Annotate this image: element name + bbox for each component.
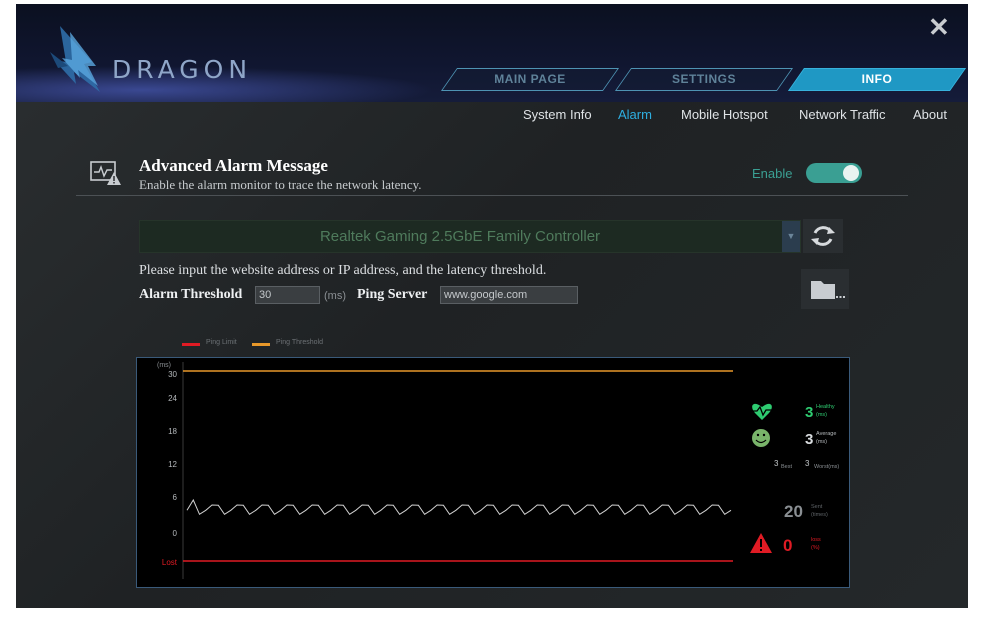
legend-label: Ping Threshold xyxy=(276,339,323,346)
healthy-value: 3 xyxy=(805,404,813,421)
toggle-knob xyxy=(843,165,859,181)
average-unit: (ms) xyxy=(816,439,827,445)
sent-unit: (times) xyxy=(811,512,828,518)
y-axis-label: (ms) xyxy=(157,362,171,369)
adapter-select[interactable]: Realtek Gaming 2.5GbE Family Controller … xyxy=(139,220,801,253)
subnav-network-traffic[interactable]: Network Traffic xyxy=(799,107,885,122)
loss-value: 0 xyxy=(783,536,792,555)
tab-label: INFO xyxy=(861,72,893,86)
subnav-about[interactable]: About xyxy=(913,107,947,122)
latency-series-line xyxy=(186,498,732,516)
y-tick-label: 6 xyxy=(173,493,178,502)
y-tick-label: 30 xyxy=(168,370,177,379)
subnav-alarm[interactable]: Alarm xyxy=(618,107,652,122)
y-tick-label: 0 xyxy=(173,529,178,538)
best-label: Best xyxy=(781,464,792,470)
alarm-threshold-input[interactable] xyxy=(255,286,320,304)
loss-unit: (%) xyxy=(811,545,820,551)
best-value: 3 xyxy=(774,459,779,468)
sent-label: Sent xyxy=(811,504,823,510)
y-tick-label: 18 xyxy=(168,427,177,436)
subnav-mobile-hotspot[interactable]: Mobile Hotspot xyxy=(681,107,768,122)
latency-chart: (ms) 30 24 18 12 6 0 Lost 3 Healthy (ms) xyxy=(136,357,850,588)
close-icon[interactable]: ✕ xyxy=(928,14,950,40)
sent-value: 20 xyxy=(784,502,803,521)
subnav: System Info Alarm Mobile Hotspot Network… xyxy=(16,107,968,127)
enable-toggle[interactable] xyxy=(806,163,862,183)
tab-main-page[interactable]: MAIN PAGE xyxy=(440,68,620,91)
legend-label: Ping Limit xyxy=(206,339,237,346)
alarm-threshold-label: Alarm Threshold xyxy=(139,287,243,302)
tab-info[interactable]: INFO xyxy=(787,68,967,91)
app-window: DRAGON ✕ MAIN PAGE SETTINGS INFO System … xyxy=(16,4,968,608)
heart-monitor-icon xyxy=(751,403,773,420)
refresh-button[interactable] xyxy=(803,219,843,253)
legend-swatch-ping-limit xyxy=(182,343,200,346)
folder-icon xyxy=(811,281,845,299)
alarm-monitor-icon xyxy=(90,161,121,185)
y-tick-label: 12 xyxy=(168,460,177,469)
average-value: 3 xyxy=(805,431,813,448)
average-label: Average xyxy=(816,431,836,437)
healthy-unit: (ms) xyxy=(816,412,827,418)
worst-label: Worst(ms) xyxy=(814,464,839,470)
folder-button[interactable] xyxy=(801,269,849,309)
warning-icon xyxy=(750,533,772,553)
threshold-unit: (ms) xyxy=(324,290,346,302)
tab-settings[interactable]: SETTINGS xyxy=(614,68,794,91)
chevron-down-icon[interactable]: ▼ xyxy=(782,221,800,252)
worst-value: 3 xyxy=(805,459,810,468)
legend-swatch-ping-threshold xyxy=(252,343,270,346)
lost-label: Lost xyxy=(162,558,178,567)
refresh-icon xyxy=(811,226,835,246)
y-tick-label: 24 xyxy=(168,394,177,403)
loss-label: loss xyxy=(811,537,821,543)
subnav-system-info[interactable]: System Info xyxy=(523,107,592,122)
tab-label: SETTINGS xyxy=(671,72,736,86)
ping-server-label: Ping Server xyxy=(357,287,428,302)
section-description: Enable the alarm monitor to trace the ne… xyxy=(139,177,422,192)
latency-chart-svg: (ms) 30 24 18 12 6 0 Lost 3 Healthy (ms) xyxy=(157,362,839,579)
section-title: Advanced Alarm Message xyxy=(139,156,328,175)
instruction-text: Please input the website address or IP a… xyxy=(139,263,547,278)
brand-name: DRAGON xyxy=(112,55,253,84)
divider xyxy=(76,195,908,196)
header: DRAGON ✕ MAIN PAGE SETTINGS INFO xyxy=(16,4,968,102)
chart-marks xyxy=(183,370,733,562)
tab-label: MAIN PAGE xyxy=(494,72,566,86)
healthy-label: Healthy xyxy=(816,404,835,410)
ping-server-input[interactable] xyxy=(440,286,578,304)
adapter-selected-value: Realtek Gaming 2.5GbE Family Controller xyxy=(319,228,601,245)
smiley-icon xyxy=(752,429,770,447)
enable-label: Enable xyxy=(752,166,793,181)
